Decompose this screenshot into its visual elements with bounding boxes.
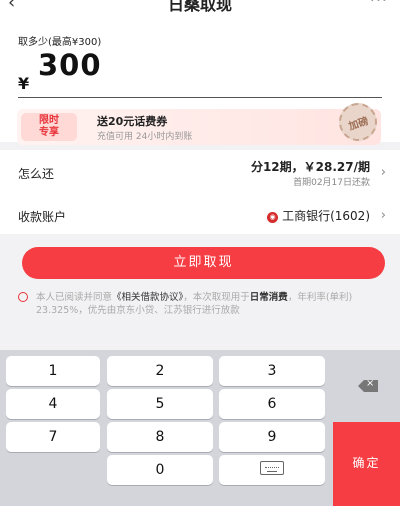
withdraw-page: ‹ 日桑取现 ··· 取多少(最高¥300) ¥ 300 限时 专享 送20元话…: [0, 0, 400, 506]
keyboard-hide-icon: [260, 461, 284, 475]
stamp-text: 加磅: [347, 116, 370, 133]
delete-key[interactable]: ×: [333, 356, 400, 416]
first-repay-date: 首期02月17日还款: [293, 178, 370, 188]
key-3[interactable]: 3: [219, 356, 325, 386]
repay-plan: 分12期，￥28.27/期: [250, 160, 370, 174]
info-card: 怎么还 分12期，￥28.27/期 首期02月17日还款 › 收款账户 ◉ 工商银…: [0, 150, 400, 234]
agree-radio[interactable]: [18, 292, 28, 302]
loan-purpose: 日常消费: [249, 292, 288, 303]
repay-plan-row[interactable]: 怎么还 分12期，￥28.27/期 首期02月17日还款 ›: [18, 154, 386, 190]
number-keypad: 1 2 3 4 5 6 7 8 9 0 × 确定: [0, 350, 400, 506]
more-menu-icon[interactable]: ···: [370, 0, 388, 9]
promo-tag-line1: 限时: [39, 115, 59, 126]
page-title: 日桑取现: [167, 0, 232, 14]
icbc-logo-icon: ◉: [267, 212, 279, 223]
key-1[interactable]: 1: [6, 356, 100, 386]
key-4[interactable]: 4: [6, 389, 100, 419]
chevron-right-icon: ›: [380, 165, 386, 180]
key-9[interactable]: 9: [219, 422, 325, 452]
hide-keyboard-key[interactable]: [219, 455, 325, 485]
key-7[interactable]: 7: [6, 422, 100, 452]
currency-symbol: ¥: [18, 74, 30, 93]
withdraw-button[interactable]: 立即取现: [22, 247, 385, 279]
agreement-link[interactable]: 《相关借款协议》: [112, 292, 183, 303]
promo-tag: 限时 专享: [21, 113, 77, 141]
key-2[interactable]: 2: [107, 356, 213, 386]
amount-label: 取多少(最高¥300): [18, 37, 102, 48]
promo-title: 送20元话费券: [97, 115, 168, 128]
nav-bar: ‹ 日桑取现 ···: [0, 0, 400, 14]
amount-underline: [18, 97, 382, 98]
key-5[interactable]: 5: [107, 389, 213, 419]
backspace-icon: ×: [358, 380, 378, 392]
confirm-key[interactable]: 确定: [333, 422, 400, 506]
bank-account: ◉ 工商银行(1602): [267, 207, 370, 224]
agreement-mid: ，本次取现用于: [183, 292, 250, 303]
repay-label: 怎么还: [18, 167, 55, 181]
bank-name: 工商银行(1602): [282, 209, 370, 223]
amount-input[interactable]: 300: [38, 48, 102, 82]
key-6[interactable]: 6: [219, 389, 325, 419]
key-8[interactable]: 8: [107, 422, 213, 452]
receiving-account-row[interactable]: 收款账户 ◉ 工商银行(1602) ›: [18, 204, 386, 228]
promo-subtitle: 充值可用 24小时内到账: [97, 132, 193, 142]
promo-banner[interactable]: 限时 专享 送20元话费券 充值可用 24小时内到账 加磅: [17, 98, 382, 146]
key-0[interactable]: 0: [107, 455, 213, 485]
bonus-stamp-icon: 加磅: [334, 98, 382, 146]
account-label: 收款账户: [18, 210, 67, 224]
chevron-right-icon: ›: [380, 208, 386, 223]
promo-tag-line2: 专享: [39, 127, 59, 138]
agreement-text: 本人已阅读并同意《相关借款协议》，本次取现用于日常消费，年利率(单利) 23.3…: [36, 291, 384, 317]
agreement-prefix: 本人已阅读并同意: [36, 292, 113, 303]
amount-card: 取多少(最高¥300) ¥ 300 限时 专享 送20元话费券 充值可用 24小…: [0, 14, 400, 146]
